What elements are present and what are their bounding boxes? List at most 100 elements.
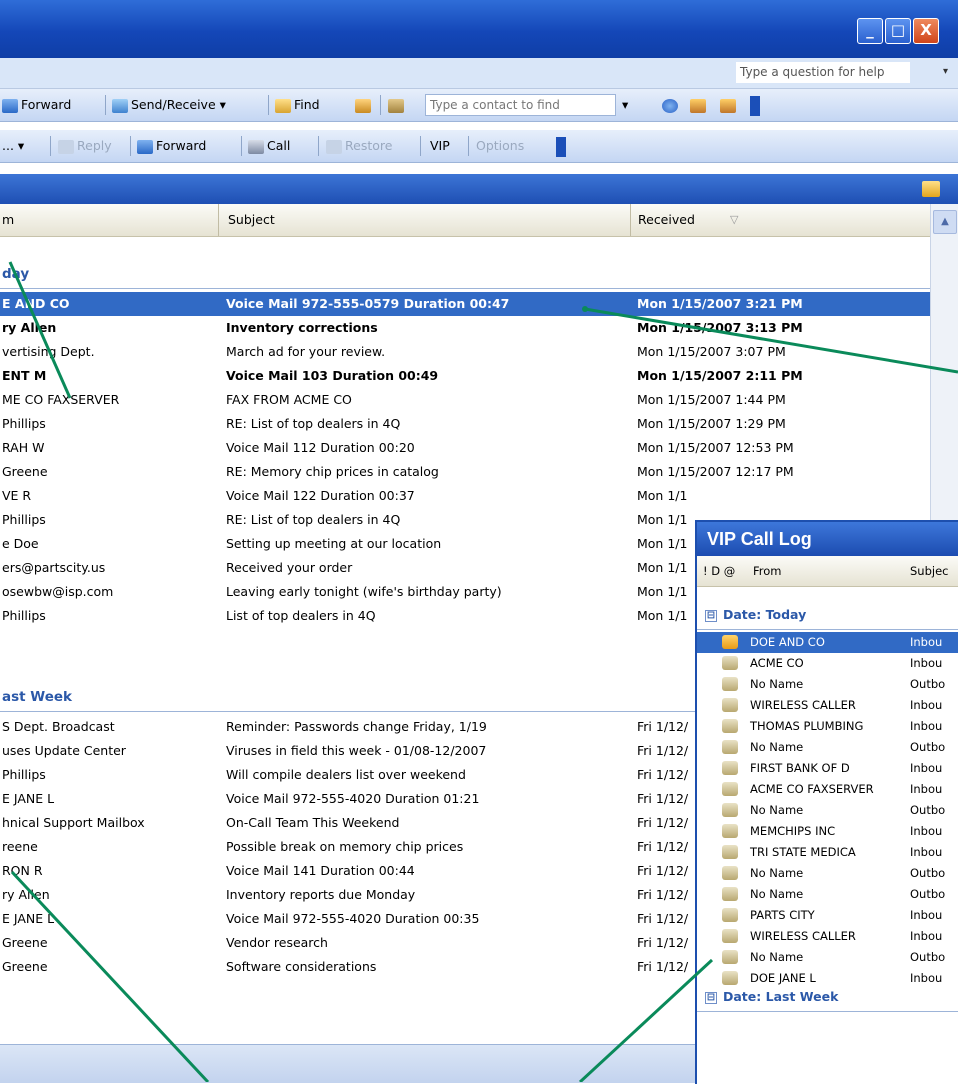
vip-call-subject: Inbou [910, 719, 943, 733]
vip-button[interactable]: VIP [430, 136, 450, 156]
vip-call-row[interactable]: THOMAS PLUMBING Inbou [697, 716, 958, 737]
close-button[interactable]: X [913, 18, 939, 44]
call-envelope-icon [722, 740, 738, 754]
message-received: Mon 1/15/2007 3:07 PM [637, 344, 786, 359]
column-header-subject[interactable]: Subject [228, 204, 275, 236]
menu-bar: Type a question for help ▾ [0, 58, 958, 89]
folder-header [0, 174, 958, 204]
call-envelope-icon [722, 782, 738, 796]
vip-call-row[interactable]: No Name Outbo [697, 884, 958, 905]
call-envelope-icon [722, 908, 738, 922]
vip-call-row[interactable]: No Name Outbo [697, 863, 958, 884]
vip-call-row[interactable]: No Name Outbo [697, 737, 958, 758]
separator [130, 136, 131, 156]
vip-call-row[interactable]: FIRST BANK OF D Inbou [697, 758, 958, 779]
folder-icon [922, 181, 940, 197]
message-row[interactable]: VE R Voice Mail 122 Duration 00:37 Mon 1/1 [0, 484, 930, 508]
vip-call-row[interactable]: PARTS CITY Inbou [697, 905, 958, 926]
toolbar-options-chevron-icon[interactable] [556, 137, 566, 157]
column-header-received[interactable]: Received [638, 204, 695, 236]
help-dropdown-icon[interactable]: ▾ [943, 66, 948, 77]
vip-call-row[interactable]: DOE AND CO Inbou [697, 632, 958, 653]
contact-search-input[interactable]: Type a contact to find [425, 94, 616, 116]
vip-icon-columns[interactable]: ! D @ [703, 556, 735, 586]
message-row[interactable]: ME CO FAXSERVER FAX FROM ACME CO Mon 1/15/… [0, 388, 930, 412]
vip-column-header-subject[interactable]: Subjec [910, 556, 948, 586]
vip-call-from: THOMAS PLUMBING [750, 719, 864, 733]
vip-call-from: ACME CO FAXSERVER [750, 782, 874, 796]
vip-column-header-row: ! D @ From Subjec [697, 556, 958, 587]
separator [105, 95, 106, 115]
message-subject: RE: Memory chip prices in catalog [226, 464, 439, 479]
maximize-button[interactable]: □ [885, 18, 911, 44]
vip-call-from: No Name [750, 803, 804, 817]
organize-button[interactable] [355, 95, 374, 115]
message-from: osewbw@isp.com [2, 584, 114, 599]
message-subject: Inventory corrections [226, 320, 378, 335]
help-search-input[interactable]: Type a question for help [736, 62, 910, 83]
vip-call-row[interactable]: No Name Outbo [697, 800, 958, 821]
options-button[interactable]: Options [476, 136, 524, 156]
shield-icon [690, 98, 706, 113]
message-row[interactable]: ENT M Voice Mail 103 Duration 00:49 Mon 1/… [0, 364, 930, 388]
call-envelope-icon [722, 845, 738, 859]
vip-call-row[interactable]: TRI STATE MEDICA Inbou [697, 842, 958, 863]
toolbar-dropdown-button[interactable]: ... ▾ [2, 136, 24, 156]
vip-call-row[interactable]: WIRELESS CALLER Inbou [697, 695, 958, 716]
separator [50, 136, 51, 156]
message-row[interactable]: RAH W Voice Mail 112 Duration 00:20 Mon 1/… [0, 436, 930, 460]
vip-call-from: TRI STATE MEDICA [750, 845, 856, 859]
message-row[interactable]: E AND CO Voice Mail 972-555-0579 Duration… [0, 292, 930, 316]
column-divider[interactable] [218, 204, 219, 236]
vip-call-row[interactable]: No Name Outbo [697, 674, 958, 695]
message-from: ENT M [2, 368, 47, 383]
contact-dropdown-icon[interactable]: ▾ [622, 95, 628, 115]
vip-group-lastweek[interactable]: ⊟ Date: Last Week [697, 984, 958, 1012]
vip-call-from: WIRELESS CALLER [750, 929, 856, 943]
message-from: hnical Support Mailbox [2, 815, 145, 830]
message-row[interactable]: Greene RE: Memory chip prices in catalog M… [0, 460, 930, 484]
forward-button[interactable]: Forward [2, 95, 71, 115]
address-book-button[interactable] [388, 95, 407, 115]
vip-call-subject: Inbou [910, 635, 943, 649]
message-subject: Reminder: Passwords change Friday, 1/19 [226, 719, 487, 734]
vip-call-row[interactable]: WIRELESS CALLER Inbou [697, 926, 958, 947]
reply-button[interactable]: Reply [58, 136, 112, 156]
column-divider[interactable] [630, 204, 631, 236]
message-from: ry Allen [2, 320, 57, 335]
collapse-icon[interactable]: ⊟ [705, 610, 717, 622]
message-row[interactable]: vertising Dept. March ad for your review.… [0, 340, 930, 364]
addin-button-2[interactable] [720, 95, 739, 115]
find-button[interactable]: Find [275, 95, 320, 115]
phone-icon [248, 139, 264, 154]
call-button[interactable]: Call [248, 136, 290, 156]
restore-button[interactable]: Restore [326, 136, 392, 156]
vip-forward-button[interactable]: Forward [137, 136, 206, 156]
vip-call-row[interactable]: MEMCHIPS INC Inbou [697, 821, 958, 842]
send-receive-dropdown-icon[interactable]: ▾ [220, 97, 226, 112]
group-header[interactable]: day [0, 262, 930, 289]
help-icon [662, 98, 678, 113]
message-received: Mon 1/15/2007 3:21 PM [637, 296, 803, 311]
find-label: Find [294, 97, 320, 112]
minimize-button[interactable]: _ [857, 18, 883, 44]
vip-call-subject: Inbou [910, 698, 943, 712]
message-row[interactable]: ry Allen Inventory corrections Mon 1/15/20… [0, 316, 930, 340]
message-subject: Possible break on memory chip prices [226, 839, 464, 854]
send-receive-icon [112, 98, 128, 113]
message-row[interactable]: Phillips RE: List of top dealers in 4Q Mon… [0, 412, 930, 436]
send-receive-button[interactable]: Send/Receive ▾ [112, 95, 226, 115]
vip-call-row[interactable]: ACME CO Inbou [697, 653, 958, 674]
send-receive-label: Send/Receive [131, 97, 216, 112]
column-header-from[interactable]: m [2, 204, 14, 236]
vip-group-today[interactable]: ⊟ Date: Today [697, 602, 958, 630]
vip-call-row[interactable]: ACME CO FAXSERVER Inbou [697, 779, 958, 800]
vip-call-row[interactable]: No Name Outbo [697, 947, 958, 968]
help-button[interactable] [662, 95, 681, 115]
toolbar-options-chevron-icon[interactable] [750, 96, 760, 116]
vip-column-header-from[interactable]: From [753, 556, 782, 586]
addin-button-1[interactable] [690, 95, 709, 115]
call-envelope-icon [722, 656, 738, 670]
collapse-icon[interactable]: ⊟ [705, 992, 717, 1004]
scroll-up-button[interactable]: ▲ [933, 210, 957, 234]
